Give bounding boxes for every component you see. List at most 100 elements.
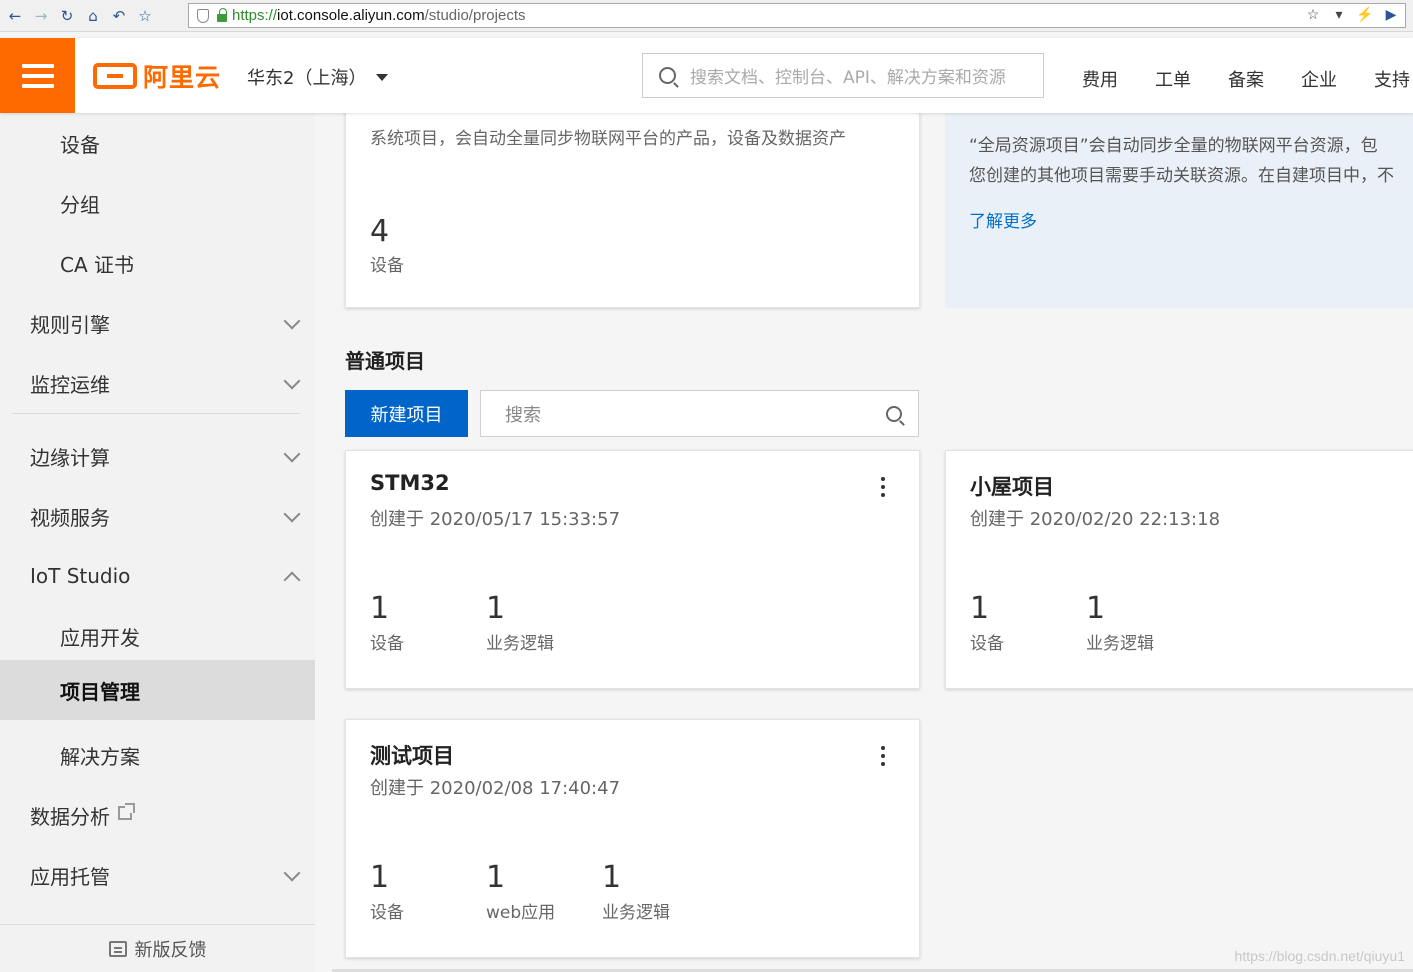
sidebar-item-label: 视频服务 <box>30 505 110 530</box>
project-name: 小屋项目 <box>970 475 1054 499</box>
sidebar-item-ca-cert[interactable]: CA 证书 <box>0 233 315 293</box>
feedback-button[interactable]: 新版反馈 <box>0 924 315 972</box>
stat-number: 1 <box>970 591 990 626</box>
home-icon[interactable]: ⌂ <box>82 5 104 27</box>
project-card[interactable]: 测试项目 创建于 2020/02/08 17:40:47 1 设备 1 web应… <box>345 719 920 958</box>
info-box: “全局资源项目”会自动同步全量的物联网平台资源，包 您创建的其他项目需要手动关联… <box>945 113 1413 308</box>
stat-label: 业务逻辑 <box>602 903 670 923</box>
sidebar-item-group[interactable]: 分组 <box>0 173 315 233</box>
undo-icon[interactable]: ↶ <box>108 5 130 27</box>
learn-more-link[interactable]: 了解更多 <box>969 207 1037 232</box>
sidebar-item-label: 设备 <box>60 132 100 157</box>
stat-label: 设备 <box>370 634 404 654</box>
chevron-down-icon <box>283 372 301 390</box>
link-ticket[interactable]: 工单 <box>1155 66 1191 92</box>
stat-label: 设备 <box>370 903 404 923</box>
stat-number: 1 <box>486 860 506 895</box>
link-icp[interactable]: 备案 <box>1228 66 1264 92</box>
project-card[interactable]: 小屋项目 创建于 2020/02/20 22:13:18 1 设备 1 业务逻辑 <box>945 450 1413 689</box>
sidebar-item-label: 监控运维 <box>30 372 110 397</box>
logo-text: 阿里云 <box>143 63 222 92</box>
sidebar-item-rule-engine[interactable]: 规则引擎 <box>0 293 315 353</box>
sidebar: 设备 分组 CA 证书 规则引擎 监控运维 边缘计算 视频服务 IoT Stud… <box>0 113 315 972</box>
feedback-icon <box>108 940 127 957</box>
new-project-button[interactable]: 新建项目 <box>345 390 468 437</box>
aliyun-logo[interactable]: 阿里云 <box>93 60 221 92</box>
watermark: https://blog.csdn.net/qiuyu1 <box>1234 948 1405 964</box>
back-icon[interactable]: ← <box>4 5 26 27</box>
url-host: iot.console.aliyun.com <box>277 7 425 24</box>
chevron-down-icon <box>283 445 301 463</box>
project-name: 测试项目 <box>370 744 454 768</box>
dropdown-arrow-icon[interactable]: ▾ <box>1329 6 1349 23</box>
sidebar-item-project-management[interactable]: 项目管理 <box>0 660 315 720</box>
sidebar-item-label: 解决方案 <box>60 744 140 769</box>
sidebar-item-label: 应用托管 <box>30 864 110 889</box>
lock-icon <box>217 7 227 22</box>
stat-number: 1 <box>370 591 390 626</box>
stat-number: 1 <box>370 860 390 895</box>
chevron-down-icon <box>283 312 301 330</box>
sidebar-item-label: 应用开发 <box>60 625 140 650</box>
favorite-star-icon[interactable]: ☆ <box>1303 6 1323 23</box>
hamburger-menu-button[interactable] <box>0 38 75 113</box>
address-bar[interactable]: https://iot.console.aliyun.com/studio/pr… <box>188 3 1406 28</box>
project-search-input[interactable]: 搜索 <box>480 390 919 437</box>
sidebar-divider <box>12 413 300 414</box>
project-created: 创建于 2020/05/17 15:33:57 <box>370 509 621 530</box>
sidebar-item-data-analysis[interactable]: 数据分析 <box>0 785 315 845</box>
external-link-icon <box>118 803 135 820</box>
region-selector[interactable]: 华东2（上海） <box>247 64 389 90</box>
global-project-card[interactable]: 系统项目，会自动全量同步物联网平台的产品，设备及数据资产 4 设备 <box>345 113 920 308</box>
sidebar-item-edge-computing[interactable]: 边缘计算 <box>0 426 315 486</box>
sidebar-item-monitoring[interactable]: 监控运维 <box>0 353 315 413</box>
sidebar-item-iot-studio[interactable]: IoT Studio <box>0 546 315 606</box>
bookmark-star-icon[interactable]: ☆ <box>134 5 156 27</box>
sidebar-item-video-service[interactable]: 视频服务 <box>0 486 315 546</box>
caret-down-icon <box>376 73 389 81</box>
lightning-icon[interactable]: ⚡ <box>1355 6 1375 23</box>
more-icon[interactable] <box>881 746 885 766</box>
project-card[interactable]: STM32 创建于 2020/05/17 15:33:57 1 设备 1 业务逻… <box>345 450 920 689</box>
project-created: 创建于 2020/02/20 22:13:18 <box>970 509 1221 530</box>
region-label: 华东2（上海） <box>247 68 367 89</box>
stat-label: 业务逻辑 <box>486 634 554 654</box>
info-line-1: “全局资源项目”会自动同步全量的物联网平台资源，包 <box>969 136 1378 156</box>
sidebar-item-label: CA 证书 <box>60 252 135 277</box>
browser-toolbar: ← → ↻ ⌂ ↶ ☆ https://iot.console.aliyun.c… <box>0 0 1413 32</box>
project-created: 创建于 2020/02/08 17:40:47 <box>370 778 621 799</box>
sidebar-item-app-dev[interactable]: 应用开发 <box>0 606 315 666</box>
main-content: 系统项目，会自动全量同步物联网平台的产品，设备及数据资产 4 设备 “全局资源项… <box>315 113 1413 972</box>
stat-label: 业务逻辑 <box>1086 634 1154 654</box>
link-billing[interactable]: 费用 <box>1082 66 1118 92</box>
device-label: 设备 <box>370 256 404 276</box>
sidebar-item-app-hosting[interactable]: 应用托管 <box>0 845 315 905</box>
stat-number: 1 <box>602 860 622 895</box>
link-support[interactable]: 支持 <box>1374 66 1410 92</box>
stat-number: 1 <box>486 591 506 626</box>
feedback-label: 新版反馈 <box>134 939 207 961</box>
sidebar-item-label: 项目管理 <box>60 679 140 704</box>
project-name: STM32 <box>370 471 450 495</box>
stat-number: 1 <box>1086 591 1106 626</box>
sidebar-item-label: 数据分析 <box>30 804 110 829</box>
sidebar-item-device[interactable]: 设备 <box>0 113 315 173</box>
sidebar-item-solutions[interactable]: 解决方案 <box>0 725 315 785</box>
chevron-up-icon <box>283 571 301 589</box>
header-links: 费用 工单 备案 企业 支持 <box>1082 66 1410 92</box>
sidebar-item-label: 规则引擎 <box>30 312 110 337</box>
search-placeholder: 搜索 <box>505 404 541 426</box>
chevron-down-icon <box>283 864 301 882</box>
search-icon[interactable] <box>886 406 902 422</box>
reload-icon[interactable]: ↻ <box>56 5 78 27</box>
global-project-desc: 系统项目，会自动全量同步物联网平台的产品，设备及数据资产 <box>370 129 846 149</box>
info-line-2: 您创建的其他项目需要手动关联资源。在自建项目中，不 <box>969 166 1394 186</box>
forward-icon[interactable]: → <box>30 5 52 27</box>
global-search-input[interactable]: 搜索文档、控制台、API、解决方案和资源 <box>642 53 1044 98</box>
play-icon[interactable]: ▶ <box>1381 6 1401 23</box>
link-enterprise[interactable]: 企业 <box>1301 66 1337 92</box>
sidebar-item-label: 边缘计算 <box>30 445 110 470</box>
stat-label: web应用 <box>486 903 556 923</box>
url-protocol: https:// <box>232 7 278 24</box>
more-icon[interactable] <box>881 477 885 497</box>
